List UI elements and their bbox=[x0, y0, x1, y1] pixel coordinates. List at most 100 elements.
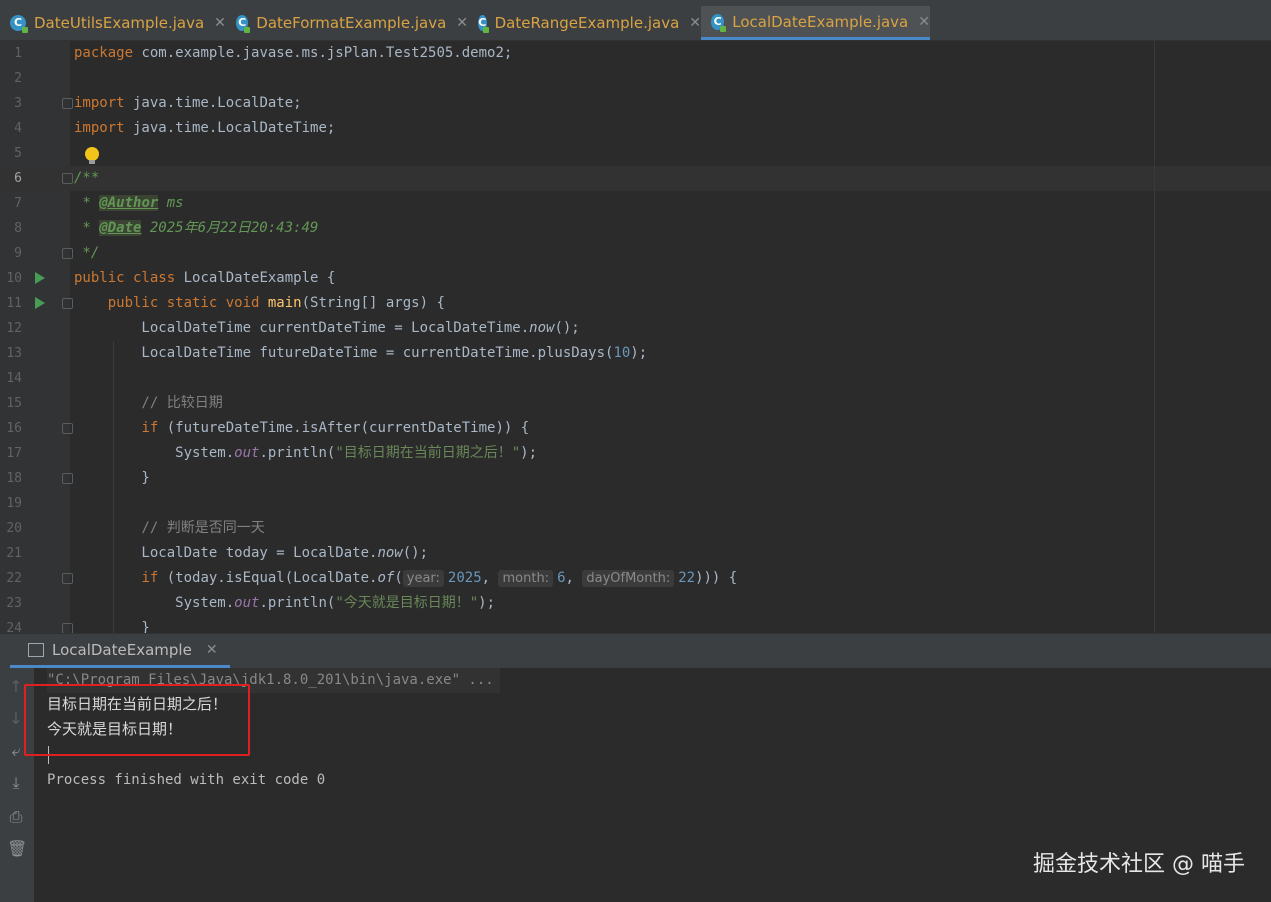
trash-icon[interactable]: 🗑 bbox=[7, 840, 27, 858]
line-number: 23 bbox=[6, 596, 22, 611]
number-literal: 10 bbox=[613, 345, 631, 361]
tab-label: LocalDateExample.java bbox=[732, 12, 909, 31]
line-number: 19 bbox=[6, 496, 22, 511]
fold-marker[interactable] bbox=[62, 248, 73, 259]
code-text: ))) { bbox=[695, 570, 738, 586]
line-number: 5 bbox=[14, 146, 22, 161]
close-icon[interactable]: ✕ bbox=[456, 15, 468, 31]
java-class-icon: C bbox=[236, 15, 251, 33]
fold-marker[interactable] bbox=[62, 298, 73, 309]
string-literal: "目标日期在当前日期之后！" bbox=[335, 445, 521, 461]
tab-dateutilsexample[interactable]: C DateUtilsExample.java ✕ bbox=[0, 6, 226, 40]
number-literal: 22 bbox=[678, 570, 696, 586]
doc-value: 2025年6月22日20:43:49 bbox=[141, 220, 319, 236]
doc-tag: @Author bbox=[99, 195, 159, 211]
line-number: 10 bbox=[6, 271, 22, 286]
java-class-icon: C bbox=[478, 15, 489, 33]
code-line: package com.example.javase.ms.jsPlan.Tes… bbox=[74, 41, 512, 66]
keyword: import bbox=[74, 95, 125, 111]
parameter-hint: year: bbox=[402, 570, 444, 587]
code-line: /** bbox=[74, 170, 100, 186]
fold-marker[interactable] bbox=[62, 423, 73, 434]
code-line: import java.time.LocalDate; bbox=[74, 91, 302, 116]
arrow-up-icon[interactable]: ↑ bbox=[7, 678, 25, 696]
java-class-icon: C bbox=[10, 15, 28, 33]
code-text: LocalDateExample { bbox=[175, 270, 336, 286]
line-number: 18 bbox=[6, 471, 22, 486]
close-icon[interactable]: ✕ bbox=[689, 15, 701, 31]
number-literal: 2025 bbox=[447, 570, 482, 586]
code-line: if (today.isEqual(LocalDate.of(year: 2025… bbox=[74, 566, 737, 591]
parameter-hint: dayOfMonth: bbox=[582, 570, 675, 587]
fold-marker[interactable] bbox=[62, 623, 73, 633]
close-icon[interactable]: ✕ bbox=[214, 15, 226, 31]
fold-marker[interactable] bbox=[62, 573, 73, 584]
doc-value: ms bbox=[158, 195, 184, 211]
code-text: LocalDateTime futureDateTime = currentDa… bbox=[74, 345, 614, 361]
code-line: if (futureDateTime.isAfter(currentDateTi… bbox=[74, 416, 529, 441]
line-number: 2 bbox=[14, 71, 22, 86]
line-number: 8 bbox=[14, 221, 22, 236]
code-editor[interactable]: 1 2 3 4 5 6 7 8 9 10 11 12 13 14 15 16 1… bbox=[0, 41, 1271, 633]
code-text: , bbox=[565, 570, 583, 586]
run-gutter-icon[interactable] bbox=[35, 297, 45, 309]
run-tab-label: LocalDateExample bbox=[52, 640, 192, 659]
code-line: */ bbox=[74, 245, 100, 261]
doc-tag: @Date bbox=[99, 220, 142, 236]
fold-marker[interactable] bbox=[62, 173, 73, 184]
close-icon[interactable]: ✕ bbox=[206, 642, 218, 658]
comment-line: // 判断是否同一天 bbox=[74, 520, 265, 536]
code-text: (futureDateTime.isAfter(currentDateTime)… bbox=[158, 420, 530, 436]
tab-localdateexample[interactable]: C LocalDateExample.java ✕ bbox=[701, 6, 930, 40]
print-icon[interactable]: ⎙ bbox=[7, 808, 25, 826]
code-text: System. bbox=[74, 595, 235, 611]
line-number: 24 bbox=[6, 621, 22, 633]
code-text: ); bbox=[520, 445, 538, 461]
code-line: LocalDate today = LocalDate.now(); bbox=[74, 541, 428, 566]
line-number: 20 bbox=[6, 521, 22, 536]
code-text: (); bbox=[402, 545, 429, 561]
static-call: now bbox=[529, 320, 555, 336]
code-line: } bbox=[74, 620, 150, 633]
keyword: if bbox=[141, 420, 159, 436]
fold-marker[interactable] bbox=[62, 473, 73, 484]
fold-marker[interactable] bbox=[62, 98, 73, 109]
console-window-icon bbox=[28, 642, 44, 657]
code-text: java.time.LocalDate; bbox=[124, 95, 302, 111]
output-highlight-box bbox=[24, 684, 250, 756]
code-text: LocalDate today = LocalDate. bbox=[74, 545, 378, 561]
comment-line: // 比较日期 bbox=[74, 395, 223, 411]
scroll-to-end-icon[interactable]: ⤓ bbox=[7, 774, 25, 792]
line-number: 12 bbox=[6, 321, 22, 336]
line-number: 15 bbox=[6, 396, 22, 411]
arrow-down-icon[interactable]: ↓ bbox=[7, 710, 25, 728]
code-text: .println( bbox=[259, 445, 336, 461]
static-field: out bbox=[234, 445, 260, 461]
line-number: 14 bbox=[6, 371, 22, 386]
code-text: , bbox=[481, 570, 499, 586]
caret-line-highlight bbox=[0, 166, 1271, 191]
tab-dateformatexample[interactable]: C DateFormatExample.java ✕ bbox=[226, 6, 468, 40]
code-line: System.out.println("目标日期在当前日期之后！"); bbox=[74, 441, 537, 466]
method-name: main bbox=[267, 295, 302, 311]
soft-wrap-icon[interactable]: ⤶ bbox=[7, 742, 25, 760]
tab-daterangeexample[interactable]: C DateRangeExample.java ✕ bbox=[468, 6, 701, 40]
code-line: System.out.println("今天就是目标日期！"); bbox=[74, 591, 495, 616]
line-number: 1 bbox=[14, 46, 22, 61]
run-tab[interactable]: LocalDateExample ✕ bbox=[10, 634, 230, 668]
code-text: LocalDateTime currentDateTime = LocalDat… bbox=[74, 320, 530, 336]
close-icon[interactable]: ✕ bbox=[918, 14, 930, 30]
number-literal: 6 bbox=[557, 570, 566, 586]
code-line: LocalDateTime futureDateTime = currentDa… bbox=[74, 341, 647, 366]
static-call: now bbox=[377, 545, 403, 561]
static-field: out bbox=[234, 595, 260, 611]
line-number: 21 bbox=[6, 546, 22, 561]
code-line: public class LocalDateExample { bbox=[74, 266, 335, 291]
run-gutter-icon[interactable] bbox=[35, 272, 45, 284]
editor-tab-bar: C DateUtilsExample.java ✕ C DateFormatEx… bbox=[0, 0, 1271, 41]
lightbulb-icon[interactable] bbox=[85, 147, 99, 164]
right-margin-guide bbox=[1154, 41, 1155, 633]
code-line: } bbox=[74, 470, 150, 486]
